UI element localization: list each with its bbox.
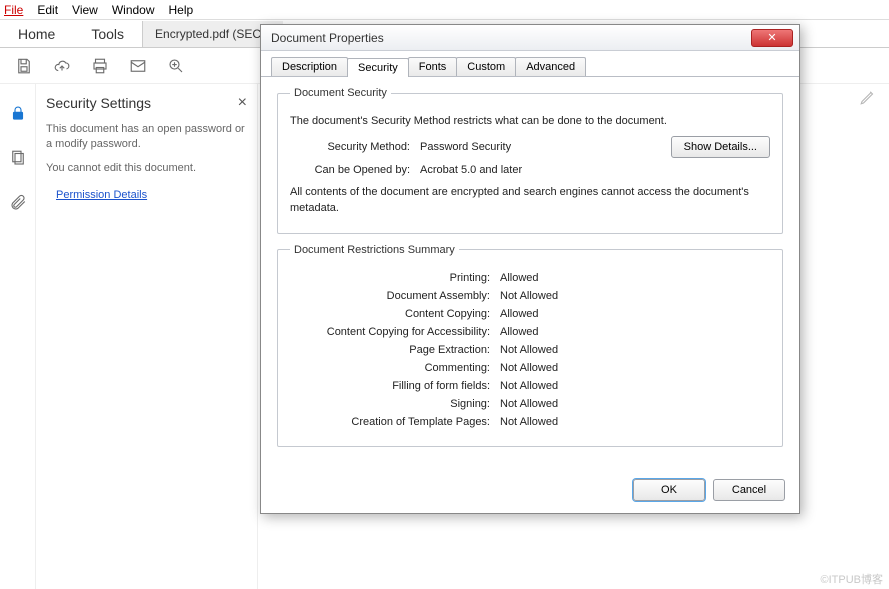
group-document-security-legend: Document Security (290, 87, 391, 99)
restriction-row: Commenting:Not Allowed (290, 362, 770, 374)
attachment-icon[interactable] (9, 194, 27, 215)
restriction-row: Page Extraction:Not Allowed (290, 344, 770, 356)
restriction-label: Signing: (290, 398, 500, 410)
tab-custom[interactable]: Custom (456, 57, 516, 76)
menu-file[interactable]: File (4, 3, 23, 17)
mail-icon[interactable] (128, 56, 148, 76)
print-icon[interactable] (90, 56, 110, 76)
permission-details-link[interactable]: Permission Details (56, 189, 147, 201)
restriction-row: Printing:Allowed (290, 272, 770, 284)
dialog-body: Document Security The document's Securit… (261, 77, 799, 471)
restriction-value: Not Allowed (500, 398, 770, 410)
restriction-row: Filling of form fields:Not Allowed (290, 380, 770, 392)
close-icon[interactable]: × (238, 94, 247, 112)
side-text-1: This document has an open password or a … (46, 122, 247, 153)
pencil-icon[interactable] (859, 88, 877, 106)
restriction-value: Allowed (500, 308, 770, 320)
open-by-label: Can be Opened by: (290, 164, 420, 176)
restriction-value: Allowed (500, 272, 770, 284)
menu-bar: File Edit View Window Help (0, 0, 889, 20)
restriction-value: Not Allowed (500, 290, 770, 302)
menu-window[interactable]: Window (112, 3, 155, 17)
cancel-button[interactable]: Cancel (713, 479, 785, 501)
ok-button[interactable]: OK (633, 479, 705, 501)
restriction-row: Creation of Template Pages:Not Allowed (290, 416, 770, 428)
tab-tools[interactable]: Tools (73, 20, 142, 48)
side-text-2: You cannot edit this document. (46, 161, 247, 176)
restriction-label: Printing: (290, 272, 500, 284)
restriction-value: Allowed (500, 326, 770, 338)
restriction-value: Not Allowed (500, 344, 770, 356)
restriction-value: Not Allowed (500, 416, 770, 428)
dialog-close-button[interactable]: ✕ (751, 29, 793, 47)
restriction-row: Content Copying:Allowed (290, 308, 770, 320)
restriction-row: Signing:Not Allowed (290, 398, 770, 410)
security-method-label: Security Method: (290, 141, 420, 153)
tab-description[interactable]: Description (271, 57, 348, 76)
left-rail (0, 84, 36, 589)
restriction-label: Page Extraction: (290, 344, 500, 356)
restriction-label: Creation of Template Pages: (290, 416, 500, 428)
tab-advanced[interactable]: Advanced (515, 57, 586, 76)
save-icon[interactable] (14, 56, 34, 76)
document-properties-dialog: Document Properties ✕ Description Securi… (260, 24, 800, 514)
group-restrictions-summary: Document Restrictions Summary Printing:A… (277, 244, 783, 447)
dialog-titlebar[interactable]: Document Properties ✕ (261, 25, 799, 51)
tab-security[interactable]: Security (347, 58, 409, 77)
restriction-label: Content Copying for Accessibility: (290, 326, 500, 338)
side-title: Security Settings (46, 95, 151, 111)
restriction-value: Not Allowed (500, 380, 770, 392)
restriction-row: Document Assembly:Not Allowed (290, 290, 770, 302)
side-panel: Security Settings × This document has an… (36, 84, 258, 589)
menu-edit[interactable]: Edit (37, 3, 58, 17)
restriction-row: Content Copying for Accessibility:Allowe… (290, 326, 770, 338)
docsec-note: All contents of the document are encrypt… (290, 184, 770, 217)
show-details-button[interactable]: Show Details... (671, 136, 770, 158)
zoom-icon[interactable] (166, 56, 186, 76)
dialog-tabs: Description Security Fonts Custom Advanc… (261, 51, 799, 77)
restriction-label: Content Copying: (290, 308, 500, 320)
docsec-intro: The document's Security Method restricts… (290, 113, 770, 130)
group-document-security: Document Security The document's Securit… (277, 87, 783, 234)
cloud-upload-icon[interactable] (52, 56, 72, 76)
menu-help[interactable]: Help (169, 3, 194, 17)
security-method-value: Password Security (420, 141, 671, 153)
group-restrictions-legend: Document Restrictions Summary (290, 244, 459, 256)
restriction-label: Document Assembly: (290, 290, 500, 302)
dialog-footer: OK Cancel (261, 471, 799, 513)
open-by-value: Acrobat 5.0 and later (420, 164, 770, 176)
tab-home[interactable]: Home (0, 20, 73, 48)
watermark: ©ITPUB博客 (821, 571, 884, 587)
restriction-value: Not Allowed (500, 362, 770, 374)
lock-icon[interactable] (9, 104, 27, 125)
restriction-label: Commenting: (290, 362, 500, 374)
pages-icon[interactable] (9, 149, 27, 170)
restriction-label: Filling of form fields: (290, 380, 500, 392)
tab-fonts[interactable]: Fonts (408, 57, 458, 76)
dialog-title: Document Properties (271, 31, 384, 45)
menu-view[interactable]: View (72, 3, 98, 17)
